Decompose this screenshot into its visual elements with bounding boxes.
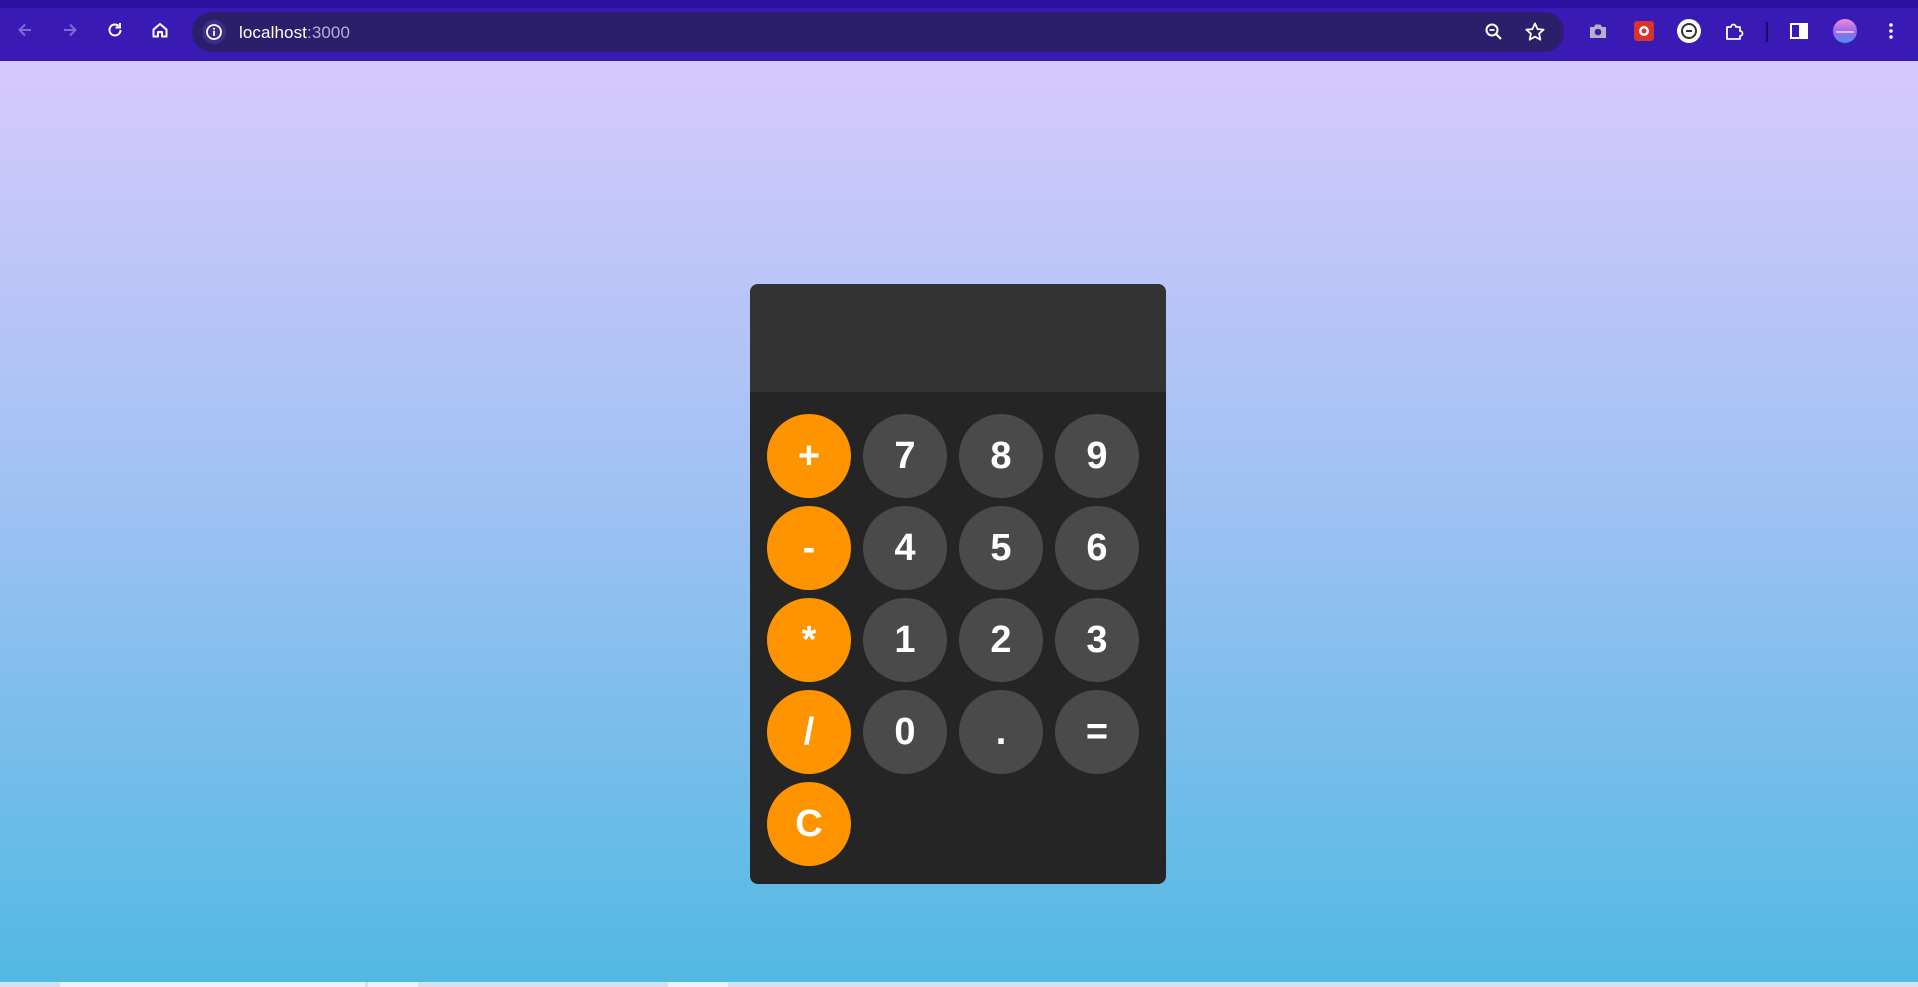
forward-button[interactable] bbox=[53, 13, 87, 47]
toolbar-divider bbox=[1766, 22, 1768, 42]
info-icon bbox=[206, 24, 222, 40]
screenshot-button[interactable] bbox=[1585, 18, 1611, 44]
url-port: :3000 bbox=[307, 23, 351, 42]
extension-button-1[interactable] bbox=[1631, 18, 1657, 44]
multiply-button[interactable]: * bbox=[767, 598, 851, 682]
calculator-display bbox=[750, 284, 1166, 392]
home-icon bbox=[152, 23, 168, 38]
equals-button[interactable]: = bbox=[1055, 690, 1139, 774]
digit-3-button[interactable]: 3 bbox=[1055, 598, 1139, 682]
side-panel-button[interactable] bbox=[1786, 18, 1812, 44]
extensions-menu-button[interactable] bbox=[1721, 18, 1747, 44]
back-button[interactable] bbox=[8, 13, 42, 47]
calculator: + - * / C 7 8 9 4 5 6 1 2 3 0. = bbox=[750, 284, 1166, 884]
digit-9-button[interactable]: 9 bbox=[1055, 414, 1139, 498]
avatar-icon bbox=[1833, 19, 1857, 43]
arrow-right-icon bbox=[64, 23, 77, 37]
home-button[interactable] bbox=[143, 13, 177, 47]
decimal-button[interactable]: . bbox=[959, 690, 1043, 774]
digit-0-button[interactable]: 0 bbox=[863, 690, 947, 774]
clear-button[interactable]: C bbox=[767, 782, 851, 866]
zoom-out-icon bbox=[1485, 23, 1502, 40]
url-host: localhost bbox=[239, 23, 307, 42]
side-panel-icon bbox=[1790, 23, 1808, 39]
browser-menu-button[interactable] bbox=[1878, 18, 1904, 44]
arrow-left-icon bbox=[18, 23, 31, 37]
site-info-button[interactable] bbox=[202, 20, 226, 44]
digit-7-button[interactable]: 7 bbox=[863, 414, 947, 498]
extension-button-2[interactable] bbox=[1676, 18, 1702, 44]
digit-6-button[interactable]: 6 bbox=[1055, 506, 1139, 590]
reload-icon bbox=[108, 23, 122, 37]
page-background: + - * / C 7 8 9 4 5 6 1 2 3 0. = bbox=[0, 61, 1918, 984]
bookmark-button[interactable] bbox=[1523, 20, 1547, 44]
url-text: localhost:3000 bbox=[239, 23, 350, 43]
tab-strip bbox=[0, 0, 1918, 8]
digit-2-button[interactable]: 2 bbox=[959, 598, 1043, 682]
digit-4-button[interactable]: 4 bbox=[863, 506, 947, 590]
divide-button[interactable]: / bbox=[767, 690, 851, 774]
reload-button[interactable] bbox=[98, 13, 132, 47]
browser-toolbar: localhost:3000 bbox=[0, 0, 1918, 61]
kebab-menu-icon bbox=[1889, 23, 1893, 39]
puzzle-icon bbox=[1726, 23, 1744, 40]
digit-1-button[interactable]: 1 bbox=[863, 598, 947, 682]
digit-8-button[interactable]: 8 bbox=[959, 414, 1043, 498]
star-icon bbox=[1525, 22, 1545, 41]
subtract-button[interactable]: - bbox=[767, 506, 851, 590]
profile-button[interactable] bbox=[1832, 18, 1858, 44]
bottom-scroll-strip bbox=[0, 982, 1918, 987]
address-bar[interactable]: localhost:3000 bbox=[192, 12, 1564, 52]
red-extension-icon bbox=[1634, 21, 1654, 41]
zoom-button[interactable] bbox=[1482, 20, 1506, 44]
add-button[interactable]: + bbox=[767, 414, 851, 498]
camera-icon bbox=[1590, 24, 1606, 38]
circle-extension-icon bbox=[1677, 19, 1701, 43]
digit-5-button[interactable]: 5 bbox=[959, 506, 1043, 590]
